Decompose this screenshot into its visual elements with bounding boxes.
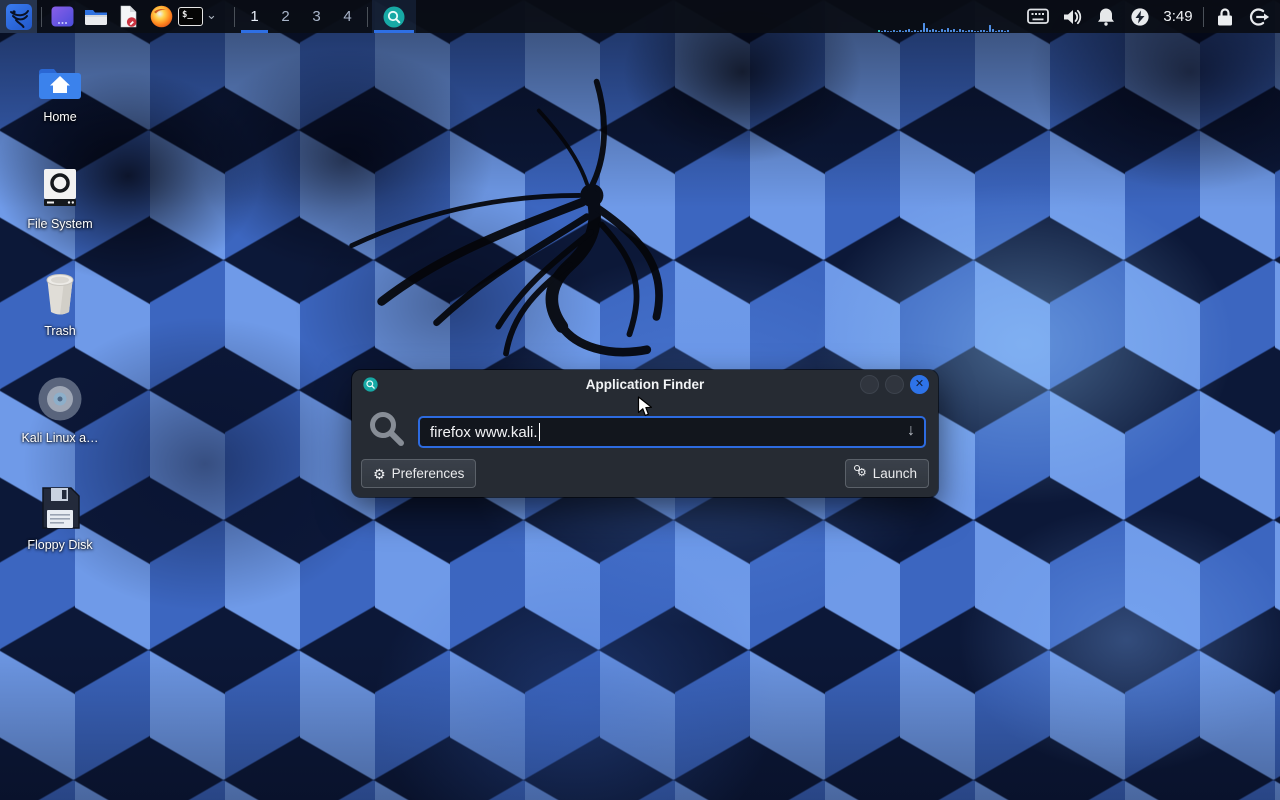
desktop-icon-kali-linux-cd[interactable]: Kali Linux a… [14,375,106,445]
desktop-icon-label: Trash [44,324,76,338]
power-manager-icon[interactable] [1123,0,1157,33]
workspace-button-2[interactable]: 2 [270,0,301,33]
gear-icon: ⚙ [373,467,386,481]
lock-screen-icon[interactable] [1208,0,1242,33]
panel-separator [234,7,235,27]
kali-dragon-art [290,42,830,372]
dropdown-arrow-icon[interactable]: ↓ [907,422,915,440]
clock[interactable]: 3:49 [1157,8,1199,25]
qterminal-icon [51,6,74,27]
trash-can-icon [42,268,78,316]
firefox-icon [150,5,173,28]
top-panel: $_ ⌄ 1 2 3 4 [0,0,1280,33]
search-input[interactable]: firefox www.kali. ↓ [418,416,926,448]
search-icon [367,409,407,449]
preferences-button[interactable]: ⚙ Preferences [361,459,476,488]
desktop-icon-home[interactable]: Home [14,54,106,124]
hard-drive-icon [38,161,82,209]
workspace-button-1[interactable]: 1 [239,0,270,33]
taskbar-item-application-finder[interactable] [372,0,416,33]
home-folder-icon [37,54,83,102]
minimize-button[interactable] [860,375,879,394]
launcher-firefox[interactable] [145,0,178,33]
workspace-button-3[interactable]: 3 [301,0,332,33]
terminal-icon: $_ [178,7,203,26]
panel-separator [41,7,42,27]
launcher-terminal-emulator[interactable]: $_ ⌄ [178,0,230,33]
desktop-icon-floppy-disk[interactable]: Floppy Disk [14,482,106,552]
desktop-icon-label: File System [27,217,92,231]
launch-button[interactable]: ⚙ Launch [845,459,929,488]
mouse-cursor [637,396,653,418]
desktop-icon-label: Kali Linux a… [21,431,98,445]
application-finder-window: Application Finder ✕ firefox www.kali. ↓… [352,370,938,497]
desktop-icon-label: Floppy Disk [27,538,92,552]
workspace-button-4[interactable]: 4 [332,0,363,33]
desktop-icon-file-system[interactable]: File System [14,161,106,231]
application-finder-icon [383,6,405,28]
floppy-disk-icon [39,482,81,530]
launcher-qterminal[interactable] [46,0,79,33]
desktop: Home File System Trash [0,0,1280,800]
system-monitor-graph[interactable] [878,21,1016,32]
launcher-file-manager[interactable] [79,0,112,33]
keyboard-indicator-icon[interactable] [1021,0,1055,33]
applications-menu-button[interactable] [0,0,37,33]
panel-separator [367,7,368,27]
search-input-value: firefox www.kali. [430,424,538,441]
text-caret [539,423,541,441]
panel-separator [1203,7,1204,27]
notifications-bell-icon[interactable] [1089,0,1123,33]
chevron-down-icon[interactable]: ⌄ [206,10,217,20]
file-manager-icon [84,7,108,27]
maximize-button[interactable] [885,375,904,394]
optical-disc-icon [36,375,84,423]
window-title: Application Finder [352,377,938,392]
desktop-icon-trash[interactable]: Trash [14,268,106,338]
desktop-icon-label: Home [43,110,76,124]
run-gear-icon: ⚙ [857,468,867,479]
close-button[interactable]: ✕ [910,375,929,394]
volume-icon[interactable] [1055,0,1089,33]
launcher-text-editor[interactable] [112,0,145,33]
kali-logo-icon [6,4,32,30]
logout-icon[interactable] [1242,0,1276,33]
text-editor-icon [119,5,138,28]
